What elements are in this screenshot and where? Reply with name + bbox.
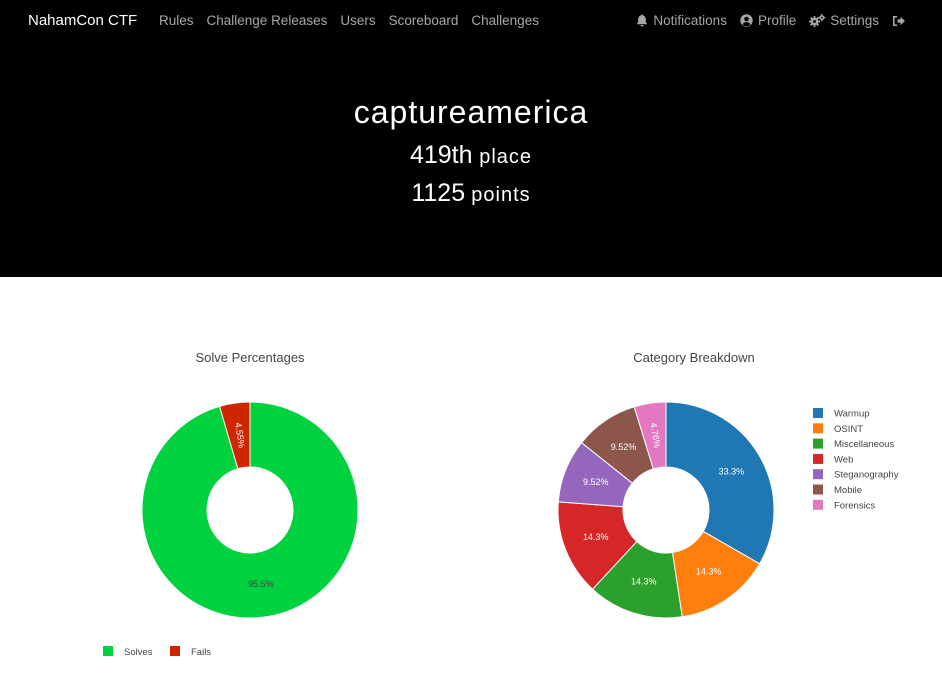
nav-link-notifications[interactable]: Notifications xyxy=(635,13,727,28)
solve-percentages-chart: 95.5%4.55%Solves Fails xyxy=(103,401,359,658)
gears-icon xyxy=(809,14,826,28)
category-slice-label-web: 14.3% xyxy=(583,532,609,542)
category-legend-item-mobile[interactable]: Mobile xyxy=(813,484,862,497)
team-header: captureamerica 419th place 1125 points xyxy=(0,42,942,277)
category-legend-item-miscellaneous[interactable]: Miscellaneous xyxy=(813,438,894,451)
nav-label-profile: Profile xyxy=(757,13,797,28)
category-legend-item-web[interactable]: Web xyxy=(813,453,853,466)
category-chart-title: Category Breakdown xyxy=(633,350,755,365)
nav-link-profile[interactable]: Profile xyxy=(740,13,796,28)
category-slice-label-miscellaneous: 14.3% xyxy=(631,577,657,587)
nav-label-settings: Settings xyxy=(830,13,879,28)
nav-link-challenge-releases[interactable]: Challenge Releases xyxy=(207,13,328,28)
top-navbar: NahamCon CTF Rules Challenge Releases Us… xyxy=(0,0,942,42)
category-slice-label-warmup: 33.3% xyxy=(719,467,745,477)
user-circle-icon xyxy=(740,14,754,28)
nav-link-challenges[interactable]: Challenges xyxy=(471,13,539,28)
category-slice-label-steganography: 9.52% xyxy=(583,477,609,487)
team-points: 1125 points xyxy=(0,179,942,208)
place-number: 419th xyxy=(409,141,473,169)
points-label: points xyxy=(471,184,531,206)
solve-legend-swatch-fails xyxy=(170,646,180,656)
category-breakdown-chart: 33.3%14.3%14.3%14.3%9.52%9.52% 4.76%Warmu… xyxy=(557,401,899,619)
team-place: 419th place xyxy=(0,141,942,170)
points-number: 1125 xyxy=(411,179,466,207)
nav-label-notifications: Notifications xyxy=(653,13,727,28)
nav-right-links: Notifications Profile Settings xyxy=(635,13,906,28)
category-legend-label-mobile: Mobile xyxy=(834,485,862,496)
category-legend-label-miscellaneous: Miscellaneous xyxy=(834,439,894,450)
category-slice-warmup[interactable] xyxy=(665,401,775,565)
category-legend-swatch-warmup xyxy=(813,408,823,418)
category-legend-item-osint[interactable]: OSINT xyxy=(813,423,863,435)
nav-link-settings[interactable]: Settings xyxy=(809,13,879,28)
place-label: place xyxy=(479,146,533,168)
nav-left-links: Rules Challenge Releases Users Scoreboar… xyxy=(159,13,539,28)
nav-link-rules[interactable]: Rules xyxy=(159,13,194,28)
category-legend-swatch-mobile xyxy=(813,484,823,495)
nav-link-users[interactable]: Users xyxy=(340,13,375,28)
solve-legend-swatch-solves xyxy=(103,646,113,656)
solve-legend-label-fails: Fails xyxy=(191,647,211,658)
category-legend-label-warmup: Warmup xyxy=(834,409,870,420)
solve-legend-item-fails[interactable]: Fails xyxy=(170,646,211,658)
nav-link-scoreboard[interactable]: Scoreboard xyxy=(389,13,459,28)
category-legend-label-osint: OSINT xyxy=(834,424,863,435)
category-legend-item-steganography[interactable]: Steganography xyxy=(813,469,899,481)
bell-icon xyxy=(635,14,649,28)
category-legend-label-web: Web xyxy=(834,454,853,465)
category-legend-swatch-forensics xyxy=(813,499,823,510)
sign-out-icon xyxy=(892,14,906,28)
category-legend-swatch-web xyxy=(813,453,823,464)
category-legend-swatch-osint xyxy=(813,423,823,434)
brand-link[interactable]: NahamCon CTF xyxy=(28,12,137,29)
category-legend-swatch-steganography xyxy=(813,469,823,480)
solve-chart-title: Solve Percentages xyxy=(195,350,305,365)
category-legend-label-steganography: Steganography xyxy=(834,470,899,481)
team-name: captureamerica xyxy=(353,94,589,130)
nav-link-logout[interactable] xyxy=(892,14,906,28)
category-legend-item-forensics[interactable]: Forensics xyxy=(813,499,875,512)
category-legend-label-forensics: Forensics xyxy=(834,500,875,511)
solve-legend-label-solves: Solves xyxy=(124,647,153,658)
category-legend-swatch-miscellaneous xyxy=(813,438,823,449)
category-slice-label-mobile: 9.52% xyxy=(611,442,637,452)
category-slice-label-osint: 14.3% xyxy=(696,567,722,577)
solve-legend-item-solves[interactable]: Solves xyxy=(103,646,153,658)
solve-slice-label-solves: 95.5% xyxy=(248,579,274,589)
category-legend-item-warmup[interactable]: Warmup xyxy=(813,408,870,420)
